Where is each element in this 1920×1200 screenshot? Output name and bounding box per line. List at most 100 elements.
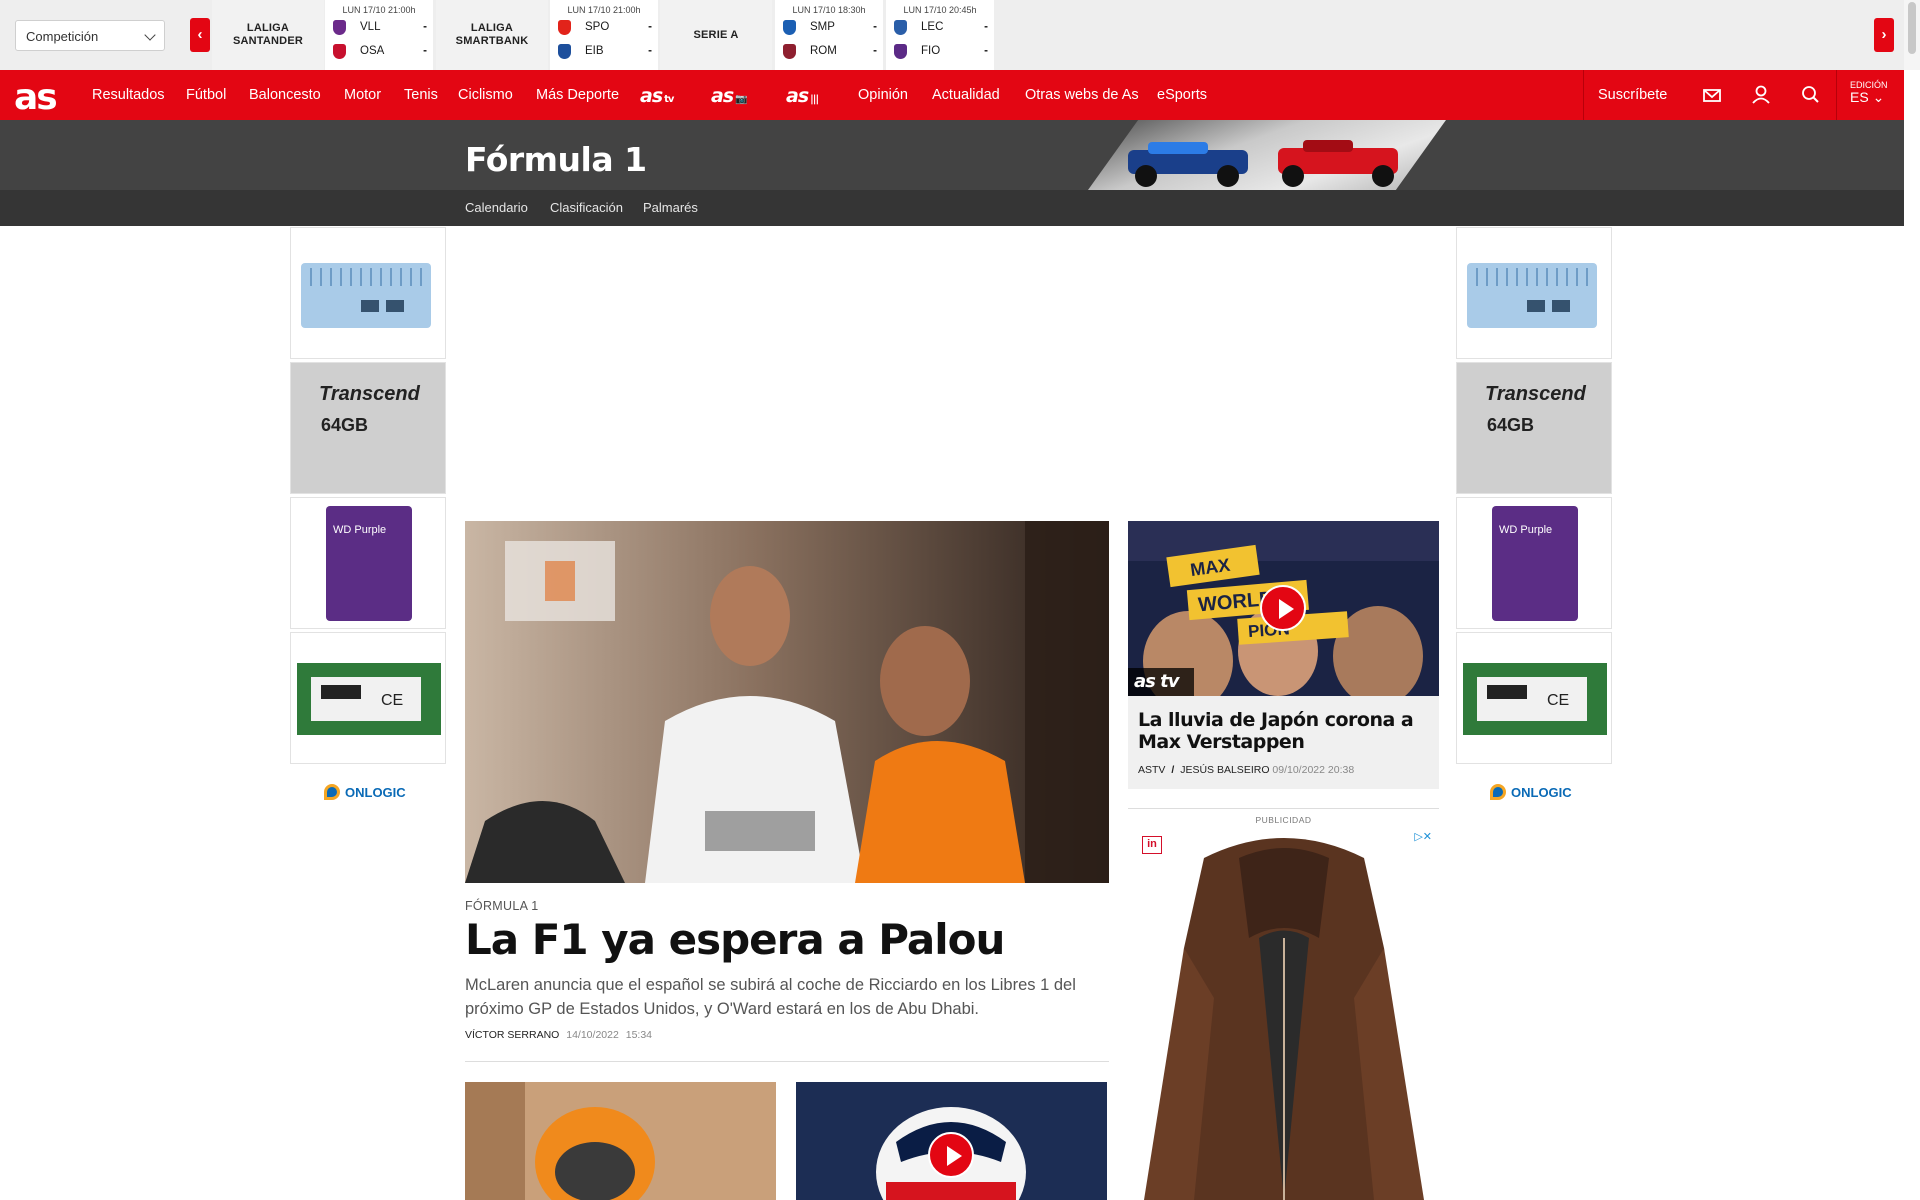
edition-selector[interactable]: EDICIÓN ES ⌄	[1850, 80, 1888, 105]
match-card[interactable]: LUN 17/10 20:45h LEC - FIO -	[886, 0, 994, 70]
competition-header[interactable]: SERIE A	[660, 0, 772, 70]
lead-byline: VÍCTOR SERRANO 14/10/2022 15:34	[465, 1029, 652, 1041]
play-icon[interactable]	[928, 1132, 974, 1178]
lead-headline[interactable]: La F1 ya espera a Palou	[465, 915, 1005, 964]
section-title[interactable]: Fórmula 1	[465, 140, 647, 179]
ad-choices-icon[interactable]: ▷✕	[1414, 830, 1432, 843]
ad-product-sd-card-image[interactable]: Transcend 64GB	[290, 362, 446, 494]
away-team: ROM	[810, 45, 837, 57]
nav-item-ciclismo[interactable]: Ciclismo	[458, 70, 513, 120]
as-audio-link[interactable]: as |||	[786, 85, 819, 107]
nav-item-otras-webs[interactable]: Otras webs de As	[1025, 70, 1139, 120]
as-foto-link[interactable]: as 📷	[711, 85, 748, 107]
brand-as: as	[786, 85, 809, 107]
left-skyscraper-ad[interactable]: ▷✕ Transcend 64GB WD Purple CE ONLOGIC	[290, 227, 446, 807]
subnav-calendario[interactable]: Calendario	[465, 200, 528, 215]
lead-date: 14/10/2022	[566, 1029, 619, 1041]
ad-brand-text: Transcend	[1485, 383, 1586, 405]
ad-product-sd-card-image[interactable]: Transcend 64GB	[1456, 362, 1612, 494]
onlogic-text: ONLOGIC	[1511, 784, 1572, 800]
home-score: -	[423, 21, 427, 33]
nav-item-mas-deporte[interactable]: Más Deporte	[536, 70, 619, 120]
away-score: -	[873, 45, 877, 57]
subnav-palmares[interactable]: Palmarés	[643, 200, 698, 215]
divider	[465, 1061, 1109, 1062]
right-skyscraper-ad[interactable]: ▷✕ Transcend 64GB WD Purple CE ONLOGIC	[1456, 227, 1612, 807]
competition-header[interactable]: LALIGA SANTANDER	[212, 0, 324, 70]
nav-item-resultados[interactable]: Resultados	[92, 70, 165, 120]
side-video-image[interactable]: MAX WORLD PION as tv	[1128, 521, 1439, 696]
subnav-clasificacion[interactable]: Clasificación	[550, 200, 623, 215]
ad-hdd-text: WD Purple	[333, 524, 387, 536]
edition-value: ES	[1850, 89, 1869, 105]
competition-name: LALIGA	[246, 22, 290, 34]
match-card[interactable]: LUN 17/10 18:30h SMP - ROM -	[775, 0, 883, 70]
onlogic-icon	[1490, 784, 1506, 800]
home-score: -	[873, 21, 877, 33]
user-icon[interactable]	[1736, 70, 1786, 120]
away-team: FIO	[921, 45, 941, 57]
ad-product-hdd-image[interactable]: WD Purple	[1456, 497, 1612, 629]
competition-name: SERIE A	[693, 28, 739, 41]
home-team: LEC	[921, 21, 944, 33]
side-video-card[interactable]: MAX WORLD PION as tv La lluvia de Japón …	[1128, 521, 1439, 789]
nav-item-tenis[interactable]: Tenis	[404, 70, 438, 120]
separator-icon: /	[1171, 764, 1175, 776]
onlogic-logo[interactable]: ONLOGIC	[1490, 784, 1572, 800]
match-datetime: LUN 17/10 21:00h	[342, 5, 416, 15]
home-team: SMP	[810, 21, 835, 33]
section-subnav: Calendario Clasificación Palmarés	[0, 190, 1904, 226]
lead-time: 15:34	[625, 1029, 653, 1041]
newsletter-icon[interactable]	[1686, 70, 1736, 120]
ad-product-ssd-image[interactable]: CE	[1456, 632, 1612, 764]
competition-select[interactable]: Competición	[15, 20, 165, 51]
scores-bar: Competición ‹ LALIGA SANTANDER LUN 17/10 …	[0, 0, 1904, 70]
ad-product-hdd-image[interactable]: WD Purple	[290, 497, 446, 629]
story-thumbnail-video[interactable]	[796, 1082, 1107, 1200]
play-icon[interactable]	[1260, 585, 1306, 631]
nav-item-actualidad[interactable]: Actualidad	[932, 70, 1000, 120]
scores-prev-button[interactable]: ‹	[190, 18, 210, 52]
side-byline: ASTV / JESÚS BALSEIRO 09/10/2022 20:38	[1138, 764, 1354, 776]
advertiser-logo[interactable]: in	[1142, 836, 1162, 854]
team-crest-icon	[558, 43, 571, 59]
nav-item-motor[interactable]: Motor	[344, 70, 381, 120]
onlogic-logo[interactable]: ONLOGIC	[324, 784, 406, 800]
brand-as: as	[711, 85, 734, 107]
scrollbar-thumb[interactable]	[1908, 2, 1916, 54]
lead-kicker[interactable]: FÓRMULA 1	[465, 899, 539, 913]
nav-item-opinion[interactable]: Opinión	[858, 70, 908, 120]
brand-as: as	[640, 85, 663, 107]
camera-icon: 📷	[735, 94, 747, 105]
scrollbar[interactable]	[1904, 0, 1920, 70]
match-card[interactable]: LUN 17/10 21:00h VLL - OSA -	[325, 0, 433, 70]
side-time: 20:38	[1327, 764, 1355, 776]
jacket-ad[interactable]: in ▷✕	[1134, 828, 1434, 1200]
side-section[interactable]: ASTV	[1138, 764, 1165, 776]
nav-item-baloncesto[interactable]: Baloncesto	[249, 70, 321, 120]
ad-product-pc-image[interactable]	[1456, 227, 1612, 359]
scores-next-button[interactable]: ›	[1874, 18, 1894, 52]
subscribe-button[interactable]: Suscríbete	[1598, 70, 1667, 120]
ad-product-pc-image[interactable]	[290, 227, 446, 359]
away-team: EIB	[585, 45, 604, 57]
ad-product-ssd-image[interactable]: CE	[290, 632, 446, 764]
as-logo[interactable]: as	[14, 77, 58, 118]
lead-author[interactable]: VÍCTOR SERRANO	[465, 1029, 559, 1041]
competition-name-line2: SMARTBANK	[455, 35, 529, 47]
match-card[interactable]: LUN 17/10 21:00h SPO - EIB -	[550, 0, 658, 70]
nav-item-futbol[interactable]: Fútbol	[186, 70, 226, 120]
nav-item-esports[interactable]: eSports	[1157, 70, 1207, 120]
match-datetime: LUN 17/10 20:45h	[903, 5, 977, 15]
team-crest-icon	[894, 19, 907, 35]
team-crest-icon	[333, 19, 346, 35]
section-header: Fórmula 1	[0, 120, 1904, 190]
story-thumbnail-image[interactable]	[465, 1082, 776, 1200]
lead-story-image[interactable]	[465, 521, 1109, 883]
competition-header[interactable]: LALIGA SMARTBANK	[436, 0, 548, 70]
as-tv-link[interactable]: as tv	[640, 85, 674, 107]
side-video-title[interactable]: La lluvia de Japón corona a Max Verstapp…	[1138, 709, 1433, 753]
search-icon[interactable]	[1786, 70, 1836, 120]
side-author[interactable]: JESÚS BALSEIRO	[1180, 764, 1269, 776]
away-team: OSA	[360, 45, 385, 57]
